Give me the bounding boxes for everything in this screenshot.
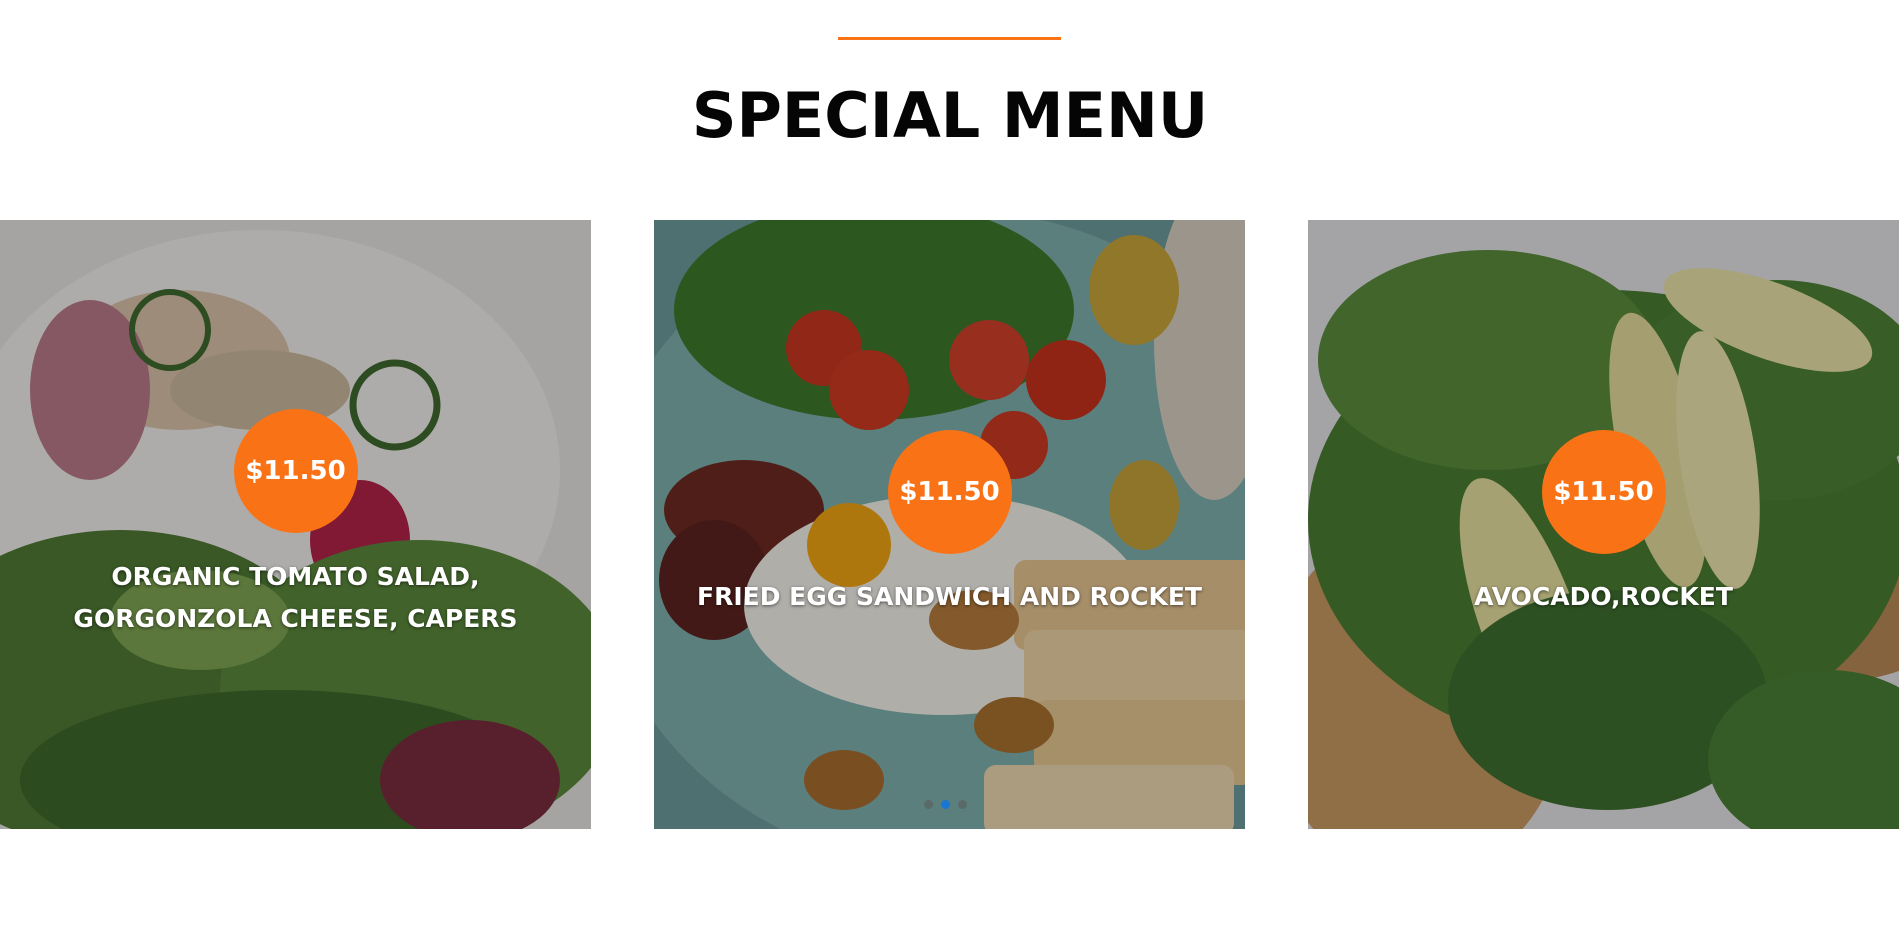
dish-name: AVOCADO,ROCKET <box>1328 576 1879 618</box>
dish-name-text: AVOCADO,ROCKET <box>1474 582 1733 611</box>
menu-card-avocado-rocket[interactable]: $11.50 AVOCADO,ROCKET <box>1308 220 1899 829</box>
menu-card-fried-egg-sandwich[interactable]: $11.50 FRIED EGG SANDWICH AND ROCKET <box>654 220 1245 829</box>
dish-name-text: ORGANIC TOMATO SALAD, GORGONZOLA CHEESE,… <box>73 562 518 633</box>
title-accent-line <box>838 37 1061 40</box>
price-badge: $11.50 <box>233 409 358 533</box>
carousel-dots <box>924 800 967 809</box>
dish-name: FRIED EGG SANDWICH AND ROCKET <box>674 576 1225 618</box>
dish-name: ORGANIC TOMATO SALAD, GORGONZOLA CHEESE,… <box>20 556 571 640</box>
price-badge: $11.50 <box>887 430 1012 554</box>
menu-card-row: $11.50 ORGANIC TOMATO SALAD, GORGONZOLA … <box>0 220 1900 829</box>
carousel-dot-3[interactable] <box>958 800 967 809</box>
carousel-dot-2-active[interactable] <box>941 800 950 809</box>
carousel-dot-1[interactable] <box>924 800 933 809</box>
price-badge: $11.50 <box>1541 430 1666 554</box>
section-title: SPECIAL MENU <box>691 79 1209 152</box>
dish-name-text: FRIED EGG SANDWICH AND ROCKET <box>697 582 1202 611</box>
menu-card-organic-tomato-salad[interactable]: $11.50 ORGANIC TOMATO SALAD, GORGONZOLA … <box>0 220 591 829</box>
